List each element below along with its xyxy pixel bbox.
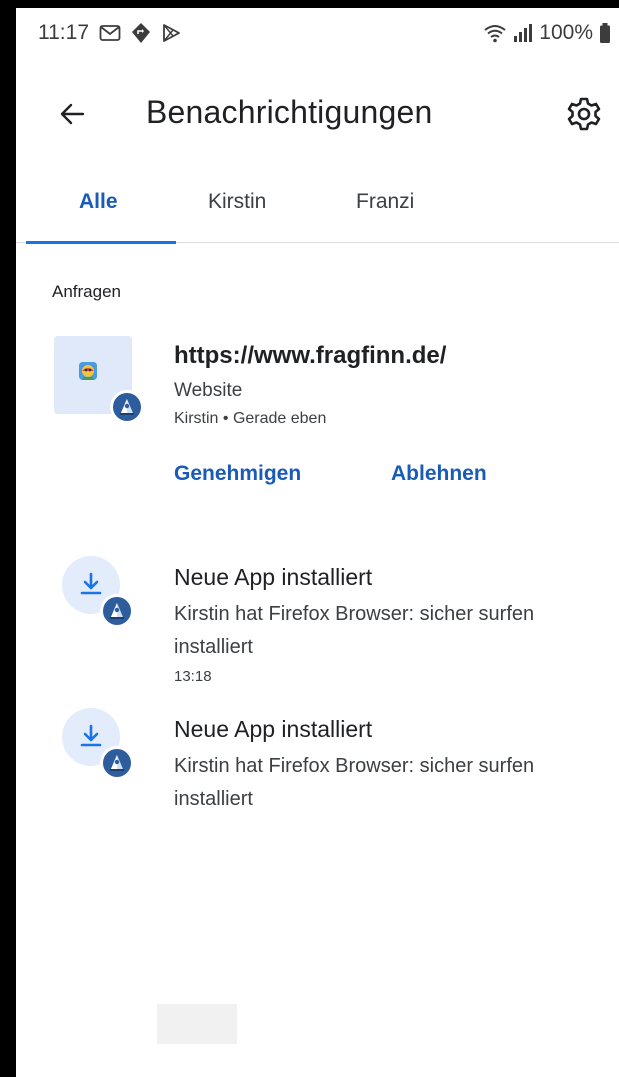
request-type: Website <box>174 380 243 401</box>
maps-icon <box>131 22 151 44</box>
child-avatar-icon <box>100 746 134 780</box>
status-bar-right: 100% <box>483 21 619 45</box>
approve-button[interactable]: Genehmigen <box>174 462 301 486</box>
notification-body: Kirstin hat Firefox Browser: sicher surf… <box>174 755 535 810</box>
navigation-handle[interactable] <box>157 1004 237 1044</box>
request-meta: Kirstin • Gerade eben <box>174 410 327 427</box>
status-bar: 11:17 100% <box>16 8 619 58</box>
back-button[interactable] <box>52 96 92 132</box>
request-title: https://www.fragfinn.de/ <box>174 342 447 369</box>
notification-title: Neue App installiert <box>174 716 373 742</box>
deny-button[interactable]: Ablehnen <box>391 462 487 486</box>
tab-kirstin[interactable]: Kirstin <box>208 190 266 214</box>
tab-bar: Alle Kirstin Franzi <box>16 178 619 244</box>
notification-time: 13:18 <box>174 668 212 685</box>
tab-franzi[interactable]: Franzi <box>356 190 414 214</box>
child-avatar-icon <box>110 390 144 424</box>
app-bar: Benachrichtigungen <box>16 80 619 140</box>
gmail-icon <box>99 24 121 42</box>
section-label-requests: Anfragen <box>52 282 121 301</box>
status-bar-left: 11:17 <box>16 21 181 45</box>
settings-gear-icon <box>567 97 601 131</box>
child-avatar-icon <box>100 594 134 628</box>
signal-icon <box>513 23 533 43</box>
wifi-icon <box>483 23 507 43</box>
notification-body: Kirstin hat Firefox Browser: sicher surf… <box>174 603 535 658</box>
back-arrow-icon <box>60 103 85 125</box>
notification-title: Neue App installiert <box>174 564 373 590</box>
site-favicon-icon <box>79 362 97 380</box>
page-title: Benachrichtigungen <box>146 94 433 130</box>
tab-alle[interactable]: Alle <box>79 190 118 214</box>
status-time: 11:17 <box>38 21 89 44</box>
phone-screen: 11:17 100% Benachrichtigungen Alle Kirst… <box>16 8 619 1077</box>
settings-button[interactable] <box>564 94 604 134</box>
play-store-icon <box>161 23 181 43</box>
battery-icon <box>599 22 611 44</box>
active-tab-indicator <box>26 241 176 244</box>
battery-percent: 100% <box>539 21 593 44</box>
website-thumbnail <box>54 336 144 424</box>
